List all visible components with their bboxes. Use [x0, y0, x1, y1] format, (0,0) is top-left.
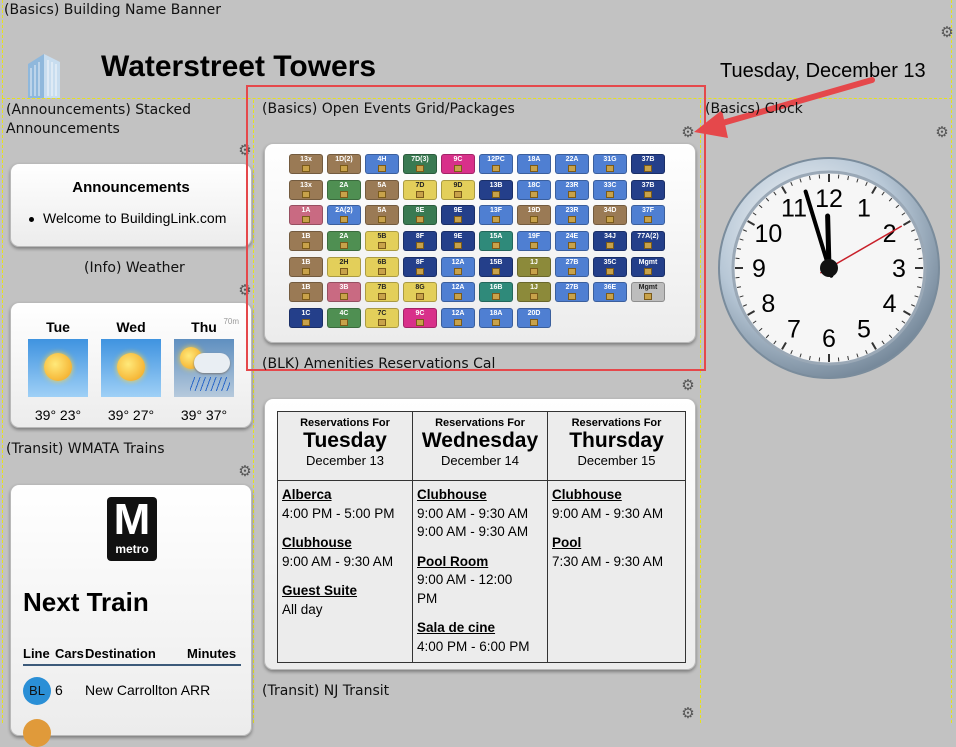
zone-label-nj-transit: (Transit) NJ Transit — [262, 683, 389, 699]
amenity-name[interactable]: Clubhouse — [552, 486, 663, 505]
reservation-day-column: Reservations For Tuesday December 13 Alb… — [278, 412, 413, 662]
reservation-time: 9:00 AM - 12:00 — [417, 571, 530, 590]
clock-number: 10 — [754, 220, 782, 248]
weather-temps: 39° 37° — [173, 407, 235, 423]
gear-icon[interactable]: ⚙ — [681, 379, 695, 393]
clock-number: 5 — [857, 316, 871, 344]
clock-number: 9 — [752, 255, 766, 283]
reservation-time: 4:00 PM - 6:00 PM — [417, 638, 530, 657]
zone-label-announcements: (Announcements) Stacked Announcements — [6, 101, 206, 139]
clock-number: 2 — [883, 220, 897, 248]
train-cars: 6 — [55, 682, 63, 698]
clock-number: 1 — [857, 194, 871, 222]
metro-logo-letter: M — [107, 497, 157, 543]
reservation-day-column: Reservations For Thursday December 15 Cl… — [548, 412, 685, 662]
weather-day-name: Thu — [173, 319, 235, 335]
header-divider — [23, 664, 241, 666]
reservation-date: December 13 — [278, 453, 412, 468]
sun-icon — [101, 339, 161, 397]
reservation-time: 9:00 AM - 9:30 AM — [282, 553, 395, 572]
line-badge: BL — [23, 677, 51, 705]
gear-icon[interactable]: ⚙ — [238, 465, 252, 479]
reservation-time: 9:00 AM - 9:30 AM — [417, 523, 530, 542]
reservation-list: Alberca 4:00 PM - 5:00 PM Clubhouse 9:00… — [282, 486, 395, 619]
train-destination: New Carrollton ARR — [85, 682, 210, 698]
building-logo-icon — [22, 50, 66, 100]
metro-logo: M metro — [107, 497, 157, 561]
clock-number: 8 — [761, 290, 775, 318]
weather-card: 70m Tue 39° 23° Wed 39° 27° Thu 39° 37° — [10, 302, 252, 428]
column-minutes: Minutes — [187, 646, 236, 661]
reservation-day: Wednesday — [413, 429, 547, 453]
reservations-for-label: Reservations For — [548, 417, 685, 429]
zone-label-weather: (Info) Weather — [84, 260, 185, 276]
weather-temps: 39° 23° — [27, 407, 89, 423]
wmata-card: M metro Next Train Line Cars Destination… — [10, 484, 252, 736]
zone-label-wmata: (Transit) WMATA Trains — [6, 441, 165, 457]
reservation-time: All day — [282, 601, 395, 620]
announcements-title: Announcements — [11, 179, 251, 196]
amenity-name[interactable]: Guest Suite — [282, 582, 395, 601]
reservation-time: 7:30 AM - 9:30 AM — [552, 553, 663, 572]
amenity-name[interactable]: Clubhouse — [282, 534, 395, 553]
announcements-card: Announcements Welcome to BuildingLink.co… — [10, 163, 252, 247]
weather-day-name: Wed — [100, 319, 162, 335]
amenity-name[interactable]: Pool — [552, 534, 663, 553]
amenity-name[interactable]: Clubhouse — [417, 486, 530, 505]
reservation-header: Reservations For Wednesday December 14 — [413, 412, 547, 481]
reservation-date: December 15 — [548, 453, 685, 468]
reservation-time: PM — [417, 590, 530, 609]
amenity-name[interactable]: Pool Room — [417, 553, 530, 572]
clock-number: 4 — [883, 290, 897, 318]
sun-icon — [28, 339, 88, 397]
rain-icon — [174, 339, 234, 397]
column-cars: Cars — [55, 646, 84, 661]
reservation-header: Reservations For Tuesday December 13 — [278, 412, 412, 481]
reservation-day-column: Reservations For Wednesday December 14 C… — [413, 412, 548, 662]
column-destination: Destination — [85, 646, 156, 661]
reservations-for-label: Reservations For — [413, 417, 547, 429]
reservation-time: 9:00 AM - 9:30 AM — [552, 505, 663, 524]
next-train-title: Next Train — [23, 587, 149, 618]
reservation-time: 4:00 PM - 5:00 PM — [282, 505, 395, 524]
gear-icon[interactable]: ⚙ — [681, 707, 695, 721]
reservation-date: December 14 — [413, 453, 547, 468]
zone-label-banner: (Basics) Building Name Banner — [4, 2, 221, 18]
clock-number: 11 — [781, 194, 807, 222]
clock-number: 6 — [822, 325, 836, 353]
reservation-day: Tuesday — [278, 429, 412, 453]
reservation-time: 9:00 AM - 9:30 AM — [417, 505, 530, 524]
amenity-name[interactable]: Alberca — [282, 486, 395, 505]
reservation-header: Reservations For Thursday December 15 — [548, 412, 685, 481]
announcement-text: Welcome to BuildingLink.com — [43, 210, 226, 226]
reservation-list: Clubhouse 9:00 AM - 9:30 AM 9:00 AM - 9:… — [417, 486, 530, 656]
train-row: BL 6 New Carrollton ARR — [23, 677, 241, 707]
line-badge — [23, 719, 51, 747]
weather-day: Wed 39° 27° — [100, 319, 162, 423]
weather-day: Thu 39° 37° — [173, 319, 235, 423]
building-name: Waterstreet Towers — [101, 50, 376, 84]
zone-border — [2, 0, 3, 723]
highlight-box — [246, 85, 706, 371]
reservation-day: Thursday — [548, 429, 685, 453]
weather-day: Tue 39° 23° — [27, 319, 89, 423]
amenity-name[interactable]: Sala de cine — [417, 619, 530, 638]
gear-icon[interactable]: ⚙ — [935, 126, 949, 140]
clock-number: 7 — [787, 316, 801, 344]
column-line: Line — [23, 646, 50, 661]
analog-clock: 12 12 3 45678 9 1011 — [718, 156, 954, 382]
weather-temps: 39° 27° — [100, 407, 162, 423]
reservations-for-label: Reservations For — [278, 417, 412, 429]
zone-label-clock: (Basics) Clock — [705, 101, 803, 117]
clock-number: 12 — [815, 185, 843, 213]
weather-day-name: Tue — [27, 319, 89, 335]
metro-logo-word: metro — [107, 543, 157, 555]
gear-icon[interactable]: ⚙ — [940, 26, 954, 40]
reservations-table: Reservations For Tuesday December 13 Alb… — [277, 411, 686, 663]
reservation-list: Clubhouse 9:00 AM - 9:30 AM Pool 7:30 AM… — [552, 486, 663, 571]
zone-label-amenities: (BLK) Amenities Reservations Cal — [262, 356, 495, 372]
clock-number: 3 — [892, 255, 906, 283]
announcement-item[interactable]: Welcome to BuildingLink.com — [29, 210, 226, 226]
